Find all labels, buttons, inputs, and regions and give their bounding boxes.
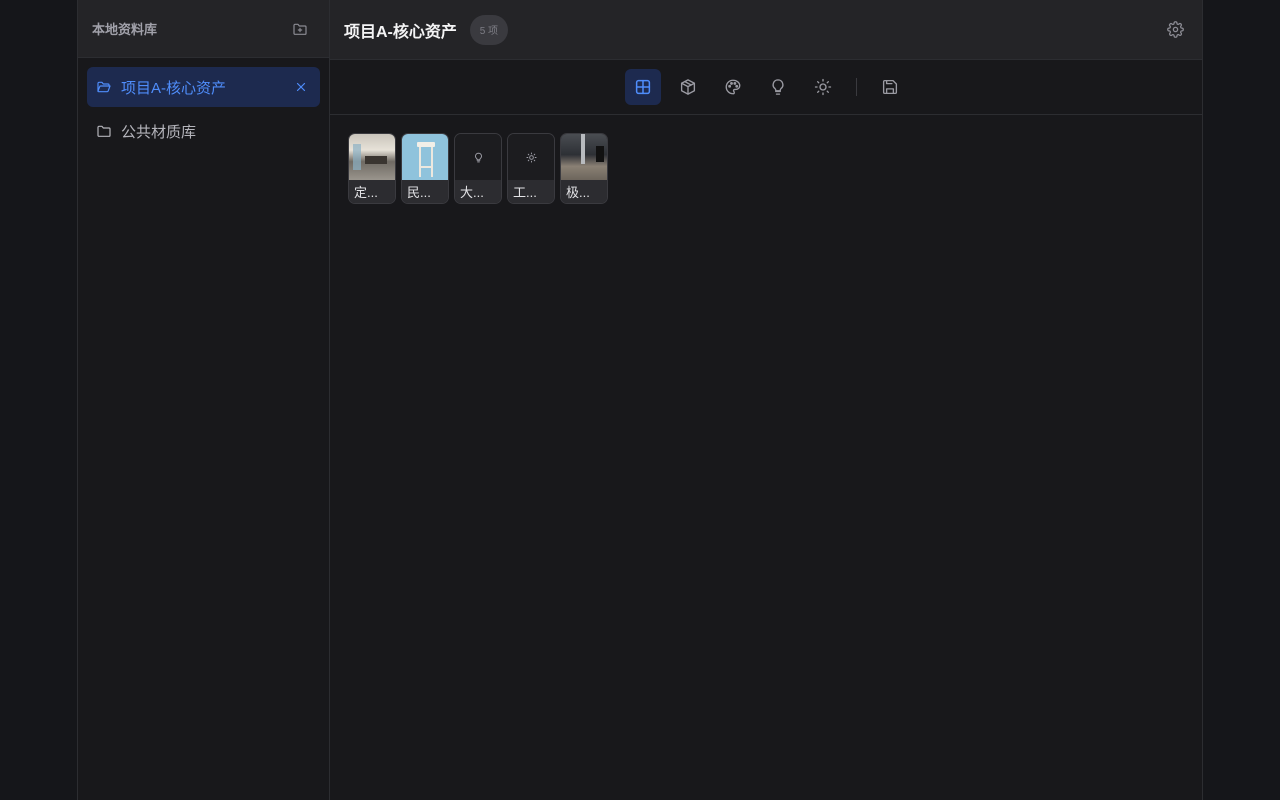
toolbar-divider <box>855 78 857 96</box>
item-count-badge: 5 项 <box>469 14 508 45</box>
asset-card[interactable]: 大... <box>454 133 502 204</box>
asset-label: 大... <box>455 180 501 203</box>
asset-label: 定... <box>349 180 395 203</box>
asset-card[interactable]: 极... <box>560 133 608 204</box>
asset-grid: 定... 民... 大... 工... 极... <box>330 115 1202 204</box>
asset-thumbnail-image <box>402 134 448 180</box>
sidebar-item-public-materials[interactable]: 公共材质库 <box>87 111 320 151</box>
sidebar-item-project-a[interactable]: 项目A-核心资产 <box>87 67 320 107</box>
lightbulb-icon <box>455 134 501 180</box>
palette-icon[interactable] <box>715 69 751 105</box>
main-panel: 项目A-核心资产 5 项 定... 民... 大... 工... 极... <box>330 0 1202 800</box>
folder-icon <box>96 123 112 139</box>
folder-open-icon <box>96 79 112 95</box>
app-window: 本地资料库 项目A-核心资产 公共材质库 项目A-核心资产 5 项 定... 民… <box>77 0 1203 800</box>
asset-thumbnail-image <box>349 134 395 180</box>
box-model-icon[interactable] <box>670 69 706 105</box>
asset-label: 工... <box>508 180 554 203</box>
grid-view-icon[interactable] <box>624 69 661 105</box>
sun-icon[interactable] <box>805 69 841 105</box>
asset-label: 极... <box>561 180 607 203</box>
sidebar: 本地资料库 项目A-核心资产 公共材质库 <box>78 0 330 800</box>
main-header: 项目A-核心资产 5 项 <box>330 0 1202 60</box>
sidebar-header: 本地资料库 <box>78 0 329 58</box>
asset-thumbnail-image <box>561 134 607 180</box>
save-icon[interactable] <box>872 69 908 105</box>
settings-gear-icon[interactable] <box>1164 19 1186 41</box>
sidebar-title: 本地资料库 <box>92 22 158 37</box>
page-title: 项目A-核心资产 <box>344 23 457 41</box>
sidebar-item-label: 项目A-核心资产 <box>121 79 227 97</box>
sun-icon <box>508 134 554 180</box>
new-folder-icon[interactable] <box>289 18 311 40</box>
sidebar-list: 项目A-核心资产 公共材质库 <box>78 58 329 160</box>
asset-card[interactable]: 民... <box>401 133 449 204</box>
toolbar <box>330 60 1202 115</box>
sidebar-item-label: 公共材质库 <box>121 123 197 141</box>
close-icon[interactable] <box>292 78 310 96</box>
lightbulb-icon[interactable] <box>760 69 796 105</box>
asset-card[interactable]: 工... <box>507 133 555 204</box>
asset-card[interactable]: 定... <box>348 133 396 204</box>
asset-label: 民... <box>402 180 448 203</box>
